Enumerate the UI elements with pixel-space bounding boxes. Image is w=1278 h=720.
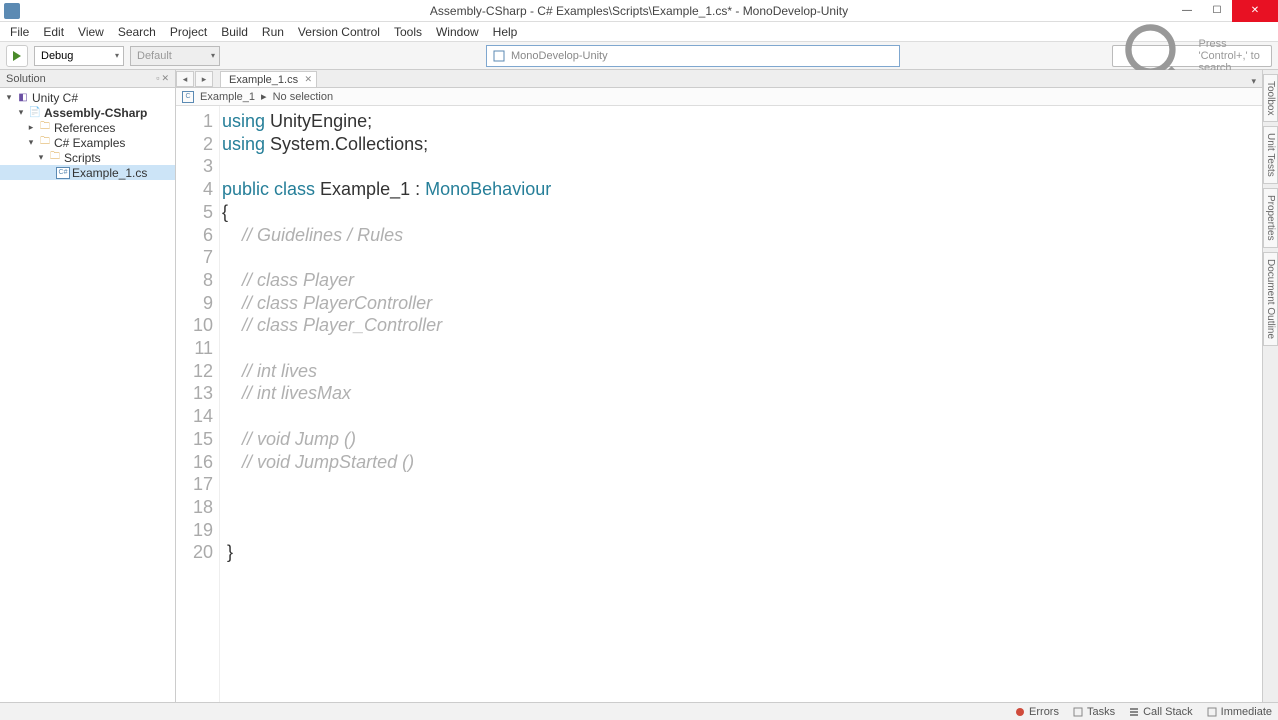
expander-icon[interactable]: ▾ — [36, 152, 46, 163]
tree-project-label: Assembly-CSharp — [44, 106, 147, 120]
menu-window[interactable]: Window — [430, 23, 485, 41]
breadcrumb-bar: C Example_1 ▸ No selection — [176, 88, 1262, 106]
expander-icon[interactable]: ▾ — [26, 137, 36, 148]
global-search[interactable]: Press 'Control+,' to search — [1112, 45, 1272, 67]
tree-root-label: Unity C# — [32, 91, 78, 105]
menu-run[interactable]: Run — [256, 23, 290, 41]
play-icon — [12, 51, 22, 61]
menu-project[interactable]: Project — [164, 23, 213, 41]
solution-panel: Solution ▫ ✕ ▾ ◧ Unity C# ▾ 📄 Assembly-C… — [0, 70, 176, 702]
minimize-button[interactable]: — — [1172, 0, 1202, 22]
status-errors[interactable]: Errors — [1015, 706, 1059, 718]
app-icon — [4, 3, 20, 19]
status-immediate-label: Immediate — [1221, 706, 1272, 718]
tree-references[interactable]: ▸ 🗀 References — [0, 120, 175, 135]
code-content[interactable]: using UnityEngine;using System.Collectio… — [220, 106, 1262, 702]
titlebar: Assembly-CSharp - C# Examples\Scripts\Ex… — [0, 0, 1278, 22]
status-callstack-label: Call Stack — [1143, 706, 1193, 718]
tree-root[interactable]: ▾ ◧ Unity C# — [0, 90, 175, 105]
window-title: Assembly-CSharp - C# Examples\Scripts\Ex… — [430, 4, 848, 18]
folder-icon: 🗀 — [38, 137, 52, 149]
toolbar: Debug Default MonoDevelop-Unity Press 'C… — [0, 42, 1278, 70]
mid-search[interactable]: MonoDevelop-Unity — [486, 45, 900, 67]
file-tab-label: Example_1.cs — [229, 74, 298, 86]
status-tasks[interactable]: Tasks — [1073, 706, 1115, 718]
status-callstack[interactable]: Call Stack — [1129, 706, 1193, 718]
side-tab-properties[interactable]: Properties — [1263, 188, 1278, 248]
maximize-button[interactable]: ☐ — [1202, 0, 1232, 22]
tree-references-label: References — [54, 121, 115, 135]
close-panel-icon[interactable]: ✕ — [161, 73, 169, 84]
main-area: Solution ▫ ✕ ▾ ◧ Unity C# ▾ 📄 Assembly-C… — [0, 70, 1278, 702]
side-tabs: Toolbox Unit Tests Properties Document Outl… — [1262, 70, 1278, 702]
csproj-icon: 📄 — [28, 107, 42, 119]
editor-area: ◂ ▸ Example_1.cs ✕ ▾ C Example_1 ▸ No se… — [176, 70, 1262, 702]
solution-icon: ◧ — [16, 92, 30, 104]
menubar: FileEditViewSearchProjectBuildRunVersion… — [0, 22, 1278, 42]
crumb-member[interactable]: No selection — [273, 91, 334, 103]
run-button[interactable] — [6, 45, 28, 67]
crumb-separator: ▸ — [261, 90, 267, 103]
callstack-icon — [1129, 707, 1139, 717]
nav-forward-button[interactable]: ▸ — [195, 71, 213, 87]
tab-options-button[interactable]: ▾ — [1245, 76, 1262, 87]
solution-header-label: Solution — [6, 73, 46, 85]
solution-tree: ▾ ◧ Unity C# ▾ 📄 Assembly-CSharp ▸ 🗀 Ref… — [0, 88, 175, 182]
tasks-icon — [1073, 707, 1083, 717]
mid-search-text: MonoDevelop-Unity — [511, 50, 608, 62]
code-editor[interactable]: 1234567891011121314151617181920 using Un… — [176, 106, 1262, 702]
line-gutter: 1234567891011121314151617181920 — [176, 106, 220, 702]
monodevelop-icon — [493, 50, 505, 62]
tab-close-icon[interactable]: ✕ — [305, 74, 313, 85]
side-tab-unit-tests[interactable]: Unit Tests — [1263, 126, 1278, 184]
expander-icon[interactable]: ▾ — [4, 92, 14, 103]
expander-icon[interactable]: ▸ — [26, 122, 36, 133]
close-button[interactable]: ✕ — [1232, 0, 1278, 22]
menu-view[interactable]: View — [72, 23, 110, 41]
crumb-class[interactable]: Example_1 — [200, 91, 255, 103]
tree-file-label: Example_1.cs — [72, 166, 147, 180]
error-icon — [1015, 707, 1025, 717]
platform-label: Default — [137, 50, 172, 62]
config-combo[interactable]: Debug — [34, 46, 124, 66]
status-tasks-label: Tasks — [1087, 706, 1115, 718]
menu-file[interactable]: File — [4, 23, 35, 41]
solution-header: Solution ▫ ✕ — [0, 70, 175, 88]
menu-edit[interactable]: Edit — [37, 23, 70, 41]
expander-icon[interactable]: ▾ — [16, 107, 26, 118]
tree-project[interactable]: ▾ 📄 Assembly-CSharp — [0, 105, 175, 120]
statusbar: Errors Tasks Call Stack Immediate — [0, 702, 1278, 720]
status-immediate[interactable]: Immediate — [1207, 706, 1272, 718]
references-icon: 🗀 — [38, 122, 52, 134]
tree-folder2-label: Scripts — [64, 151, 101, 165]
tab-strip: ◂ ▸ Example_1.cs ✕ ▾ — [176, 70, 1262, 88]
side-tab-document-outline[interactable]: Document Outline — [1263, 252, 1278, 346]
tree-file-example1[interactable]: C# Example_1.cs — [0, 165, 175, 180]
menu-version-control[interactable]: Version Control — [292, 23, 386, 41]
csharp-file-icon: C# — [56, 167, 70, 179]
window-controls: — ☐ ✕ — [1172, 0, 1278, 22]
immediate-icon — [1207, 707, 1217, 717]
tree-folder-scripts[interactable]: ▾ 🗀 Scripts — [0, 150, 175, 165]
menu-help[interactable]: Help — [487, 23, 524, 41]
folder-icon: 🗀 — [48, 152, 62, 164]
tree-folder-examples[interactable]: ▾ 🗀 C# Examples — [0, 135, 175, 150]
file-tab-example1[interactable]: Example_1.cs ✕ — [220, 71, 317, 87]
menu-tools[interactable]: Tools — [388, 23, 428, 41]
status-errors-label: Errors — [1029, 706, 1059, 718]
search-placeholder: Press 'Control+,' to search — [1198, 38, 1265, 74]
nav-back-button[interactable]: ◂ — [176, 71, 194, 87]
tree-folder1-label: C# Examples — [54, 136, 125, 150]
platform-combo[interactable]: Default — [130, 46, 220, 66]
autohide-icon[interactable]: ▫ — [156, 73, 159, 84]
menu-build[interactable]: Build — [215, 23, 254, 41]
class-icon: C — [182, 91, 194, 103]
panel-pins: ▫ ✕ — [156, 73, 169, 84]
side-tab-toolbox[interactable]: Toolbox — [1263, 74, 1278, 122]
menu-search[interactable]: Search — [112, 23, 162, 41]
config-label: Debug — [41, 50, 73, 62]
